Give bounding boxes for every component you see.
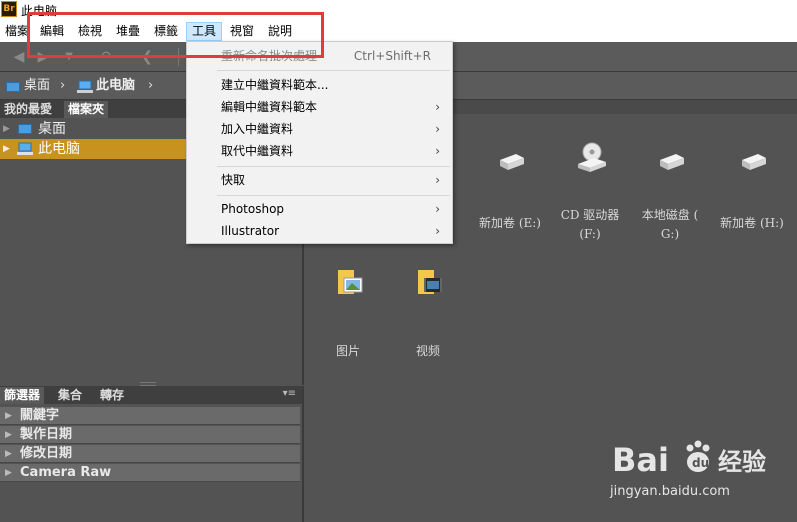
drive-label: CD 驱动器	[560, 208, 620, 222]
filter-row-date-modified[interactable]: ▶ 修改日期	[0, 445, 300, 463]
submenu-arrow-icon: ›	[435, 202, 440, 216]
menu-item-label: 取代中繼資料	[221, 144, 294, 158]
drive-label-line2: G:)	[660, 227, 680, 241]
tab-favorites[interactable]: 我的最愛	[0, 101, 56, 118]
menu-item-photoshop[interactable]: Photoshop ›	[187, 198, 452, 220]
bridge-logo-icon: Br	[1, 1, 17, 17]
path-chevron-icon[interactable]: ›	[60, 77, 65, 95]
computer-icon	[17, 142, 33, 155]
drive-label: 新加卷 (H:)	[720, 216, 784, 230]
hard-drive-icon	[500, 154, 524, 170]
tools-menu: 重新命名批次處理 Ctrl+Shift+R 建立中繼資料範本... 編輯中繼資料…	[186, 41, 453, 244]
picture-folder-icon	[338, 270, 363, 294]
menu-item-create-metadata-template[interactable]: 建立中繼資料範本...	[187, 74, 452, 96]
computer-icon	[77, 80, 93, 93]
back-icon[interactable]: ◀	[10, 48, 28, 66]
drive-label-line2: (F:)	[579, 227, 601, 241]
panel-splitter[interactable]	[140, 382, 156, 386]
drive-label: 新加卷 (E:)	[479, 216, 541, 230]
filter-row-date-created[interactable]: ▶ 製作日期	[0, 426, 300, 444]
menu-item-label: 建立中繼資料範本...	[221, 78, 329, 92]
submenu-arrow-icon: ›	[435, 122, 440, 136]
expand-arrow-icon[interactable]: ▶	[3, 119, 10, 139]
expand-arrow-icon[interactable]: ▶	[5, 426, 12, 444]
filter-row-keywords[interactable]: ▶ 關鍵字	[0, 407, 300, 425]
tab-collections[interactable]: 集合	[54, 387, 86, 404]
desktop-icon	[6, 82, 20, 92]
submenu-arrow-icon: ›	[435, 173, 440, 187]
cd-drive-icon	[578, 142, 606, 172]
watermark-suffix: 经验	[718, 448, 766, 476]
hard-drive-icon	[742, 154, 766, 170]
menu-item-label: Illustrator	[221, 224, 280, 238]
expand-arrow-icon[interactable]: ▶	[5, 445, 12, 463]
baidu-logo-icon: Bai du 经验	[612, 440, 766, 478]
filter-row-label: Camera Raw	[20, 465, 112, 480]
menu-item-edit-metadata-template[interactable]: 編輯中繼資料範本 ›	[187, 96, 452, 118]
tree-item-label: 此电脑	[38, 141, 80, 157]
menu-item-cache[interactable]: 快取 ›	[187, 169, 452, 191]
svg-text:du: du	[692, 456, 709, 470]
highlight-annotation	[27, 12, 324, 58]
menu-item-label: Photoshop	[221, 202, 285, 216]
video-folder-icon	[418, 270, 442, 294]
filter-panel-tabs: 篩選器 集合 轉存 ▾≡	[0, 386, 302, 404]
menu-item-append-metadata[interactable]: 加入中繼資料 ›	[187, 118, 452, 140]
baidu-watermark: Bai du 经验 jingyan.baidu.com	[610, 438, 795, 518]
menu-item-label: 編輯中繼資料範本	[221, 100, 318, 114]
filter-row-label: 關鍵字	[20, 408, 60, 423]
path-item-desktop[interactable]: 桌面	[24, 77, 50, 95]
menu-item-illustrator[interactable]: Illustrator ›	[187, 220, 452, 242]
expand-arrow-icon[interactable]: ▶	[5, 407, 12, 425]
tab-filter[interactable]: 篩選器	[0, 387, 45, 404]
menu-item-label: 快取	[221, 173, 246, 187]
folder-label: 视频	[415, 344, 440, 358]
menu-item-replace-metadata[interactable]: 取代中繼資料 ›	[187, 140, 452, 162]
menu-separator	[217, 70, 450, 71]
tree-item-label: 桌面	[38, 121, 66, 137]
menu-item-shortcut: Ctrl+Shift+R	[353, 49, 431, 63]
filter-row-camera-raw[interactable]: ▶ Camera Raw	[0, 464, 300, 482]
submenu-arrow-icon: ›	[435, 144, 440, 158]
filter-row-label: 製作日期	[20, 427, 73, 442]
watermark-url: jingyan.baidu.com	[610, 484, 730, 499]
path-chevron-icon[interactable]: ›	[148, 77, 153, 95]
menu-item-label: 加入中繼資料	[221, 122, 294, 136]
submenu-arrow-icon: ›	[435, 224, 440, 238]
monitor-icon	[18, 124, 32, 134]
tab-folders[interactable]: 檔案夾	[64, 101, 109, 118]
hard-drive-icon	[660, 154, 684, 170]
menu-separator	[217, 166, 450, 167]
expand-arrow-icon[interactable]: ▶	[5, 464, 12, 482]
drive-label: 本地磁盘 (	[641, 208, 699, 222]
panel-menu-icon[interactable]: ▾≡	[283, 388, 296, 399]
submenu-arrow-icon: ›	[435, 100, 440, 114]
filter-row-label: 修改日期	[20, 446, 73, 461]
path-item-this-pc[interactable]: 此电脑	[96, 77, 135, 95]
tab-export[interactable]: 轉存	[96, 387, 128, 404]
expand-arrow-icon[interactable]: ▶	[3, 139, 10, 159]
menu-separator	[217, 195, 450, 196]
watermark-brand: Bai	[612, 441, 669, 478]
folder-label: 图片	[335, 344, 360, 358]
filter-panel: 篩選器 集合 轉存 ▾≡ ▶ 關鍵字 ▶ 製作日期 ▶ 修改日期 ▶ Camer…	[0, 386, 304, 522]
